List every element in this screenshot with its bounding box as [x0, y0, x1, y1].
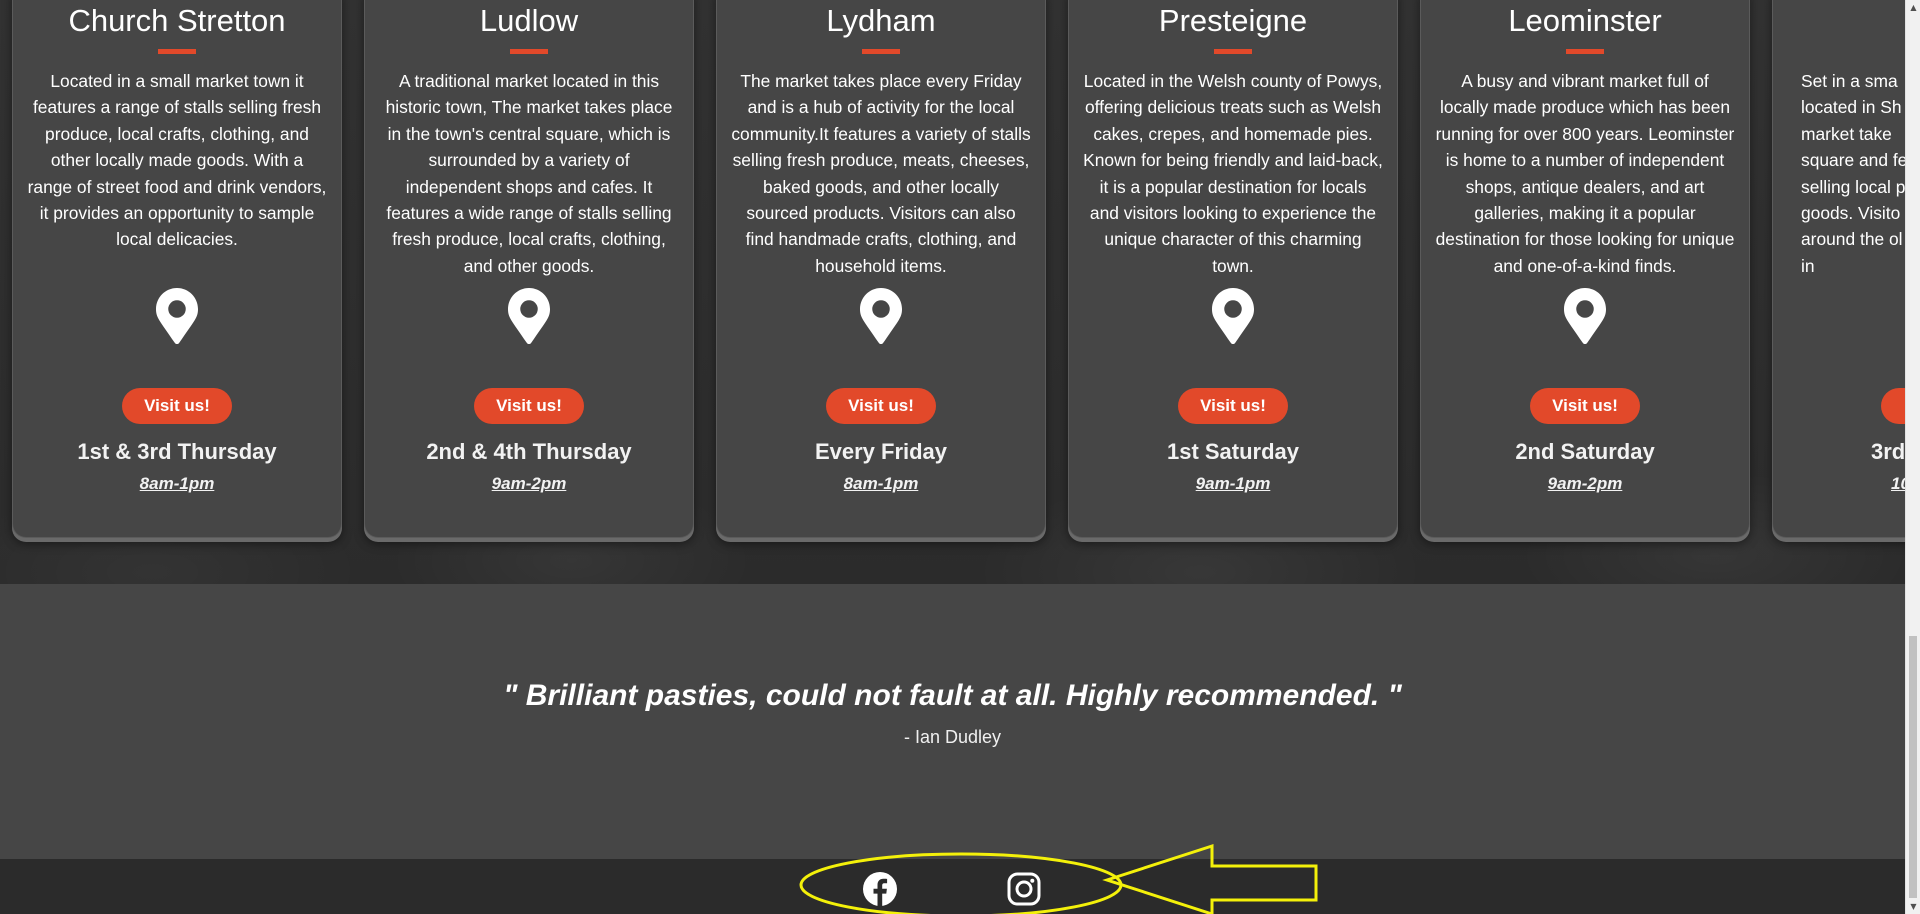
visit-button[interactable]: Visit us! [474, 388, 584, 424]
market-time: 8am-1pm [139, 474, 215, 493]
title-divider [1566, 49, 1604, 54]
title-divider [862, 49, 900, 54]
facebook-icon[interactable] [862, 871, 898, 907]
map-pin-icon[interactable] [1212, 288, 1254, 344]
visit-button[interactable]: Visit us! [1530, 388, 1640, 424]
visit-button[interactable]: Visit us! [826, 388, 936, 424]
visit-button[interactable]: Visit us! [122, 388, 232, 424]
map-pin-icon[interactable] [156, 288, 198, 344]
market-time: 9am-2pm [1547, 474, 1623, 493]
testimonial-author: - Ian Dudley [903, 727, 1002, 747]
market-description: Located in the Welsh county of Powys, of… [1083, 71, 1383, 276]
market-day: 2nd & 4th Thursday [426, 439, 632, 464]
market-day: 3rd [1871, 439, 1905, 464]
testimonial-section: " Brilliant pasties, could not fault at … [0, 584, 1905, 859]
market-card-leominster: Leominster A busy and vibrant market ful… [1420, 0, 1750, 538]
page-scrollbar[interactable]: ▲ ▼ [1905, 0, 1920, 914]
footer [0, 859, 1905, 914]
market-time: 8am-1pm [843, 474, 919, 493]
market-description: Set in a sma located in Sh market take s… [1801, 71, 1905, 276]
market-day: 1st Saturday [1166, 439, 1300, 464]
market-title: Lydham [826, 3, 936, 38]
market-card-church-stretton: Church Stretton Located in a small marke… [12, 0, 342, 538]
scroll-up-arrow[interactable]: ▲ [1906, 0, 1920, 15]
market-description: Located in a small market town it featur… [27, 71, 327, 250]
map-pin-icon[interactable] [1564, 288, 1606, 344]
title-divider [158, 49, 196, 54]
market-day: 2nd Saturday [1515, 439, 1655, 464]
visit-button[interactable]: Visit us! [1178, 388, 1288, 424]
title-divider [510, 49, 548, 54]
market-time: 10 [1891, 474, 1905, 493]
market-time: 9am-1pm [1195, 474, 1271, 493]
map-pin-icon[interactable] [860, 288, 902, 344]
market-title: Leominster [1508, 3, 1662, 38]
market-description: The market takes place every Friday and … [731, 71, 1031, 276]
title-divider [1214, 49, 1252, 54]
scroll-down-arrow[interactable]: ▼ [1906, 899, 1920, 914]
market-card-presteigne: Presteigne Located in the Welsh county o… [1068, 0, 1398, 538]
market-description: A traditional market located in this his… [385, 71, 673, 276]
market-title: Ludlow [479, 3, 579, 38]
market-card-lydham: Lydham The market takes place every Frid… [716, 0, 1046, 538]
market-title: Presteigne [1158, 3, 1308, 38]
market-card-ludlow: Ludlow A traditional market located in t… [364, 0, 694, 538]
market-day: Every Friday [814, 439, 948, 464]
scroll-thumb[interactable] [1909, 636, 1917, 898]
market-card-partial: Set in a sma located in Sh market take s… [1772, 0, 1905, 538]
map-pin-icon[interactable] [508, 288, 550, 344]
testimonial-quote: " Brilliant pasties, could not fault at … [503, 679, 1402, 712]
market-time: 9am-2pm [491, 474, 567, 493]
markets-section: Church Stretton Located in a small marke… [0, 0, 1905, 584]
instagram-icon[interactable] [1006, 871, 1042, 907]
market-title: Church Stretton [68, 3, 286, 38]
market-description: A busy and vibrant market full of locall… [1435, 71, 1735, 276]
visit-button[interactable] [1881, 388, 1905, 424]
market-day: 1st & 3rd Thursday [77, 439, 277, 464]
